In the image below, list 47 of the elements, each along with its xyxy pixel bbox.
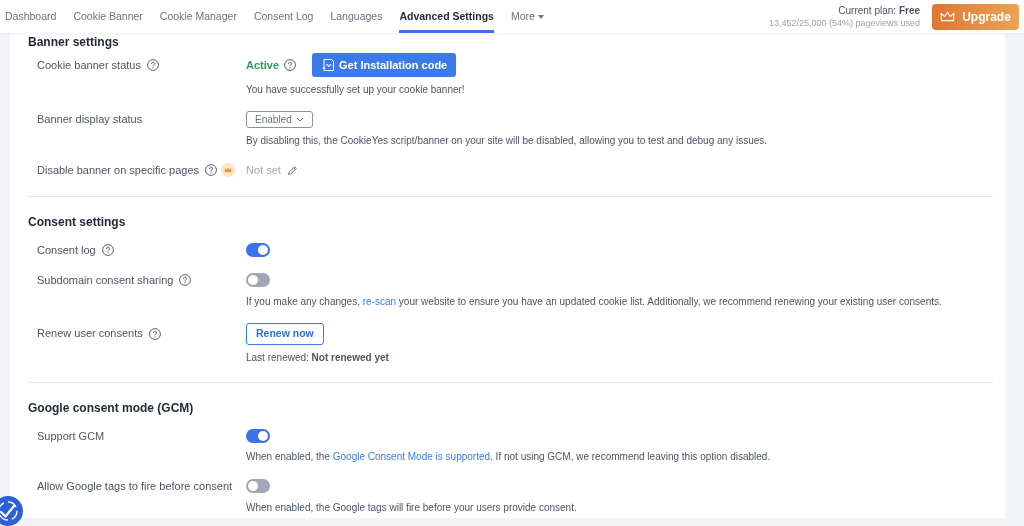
section-heading: Google consent mode (GCM) xyxy=(28,400,195,415)
description-text: Last renewed: Not renewed yet xyxy=(246,350,390,365)
nav-tab[interactable]: Cookie Manager xyxy=(159,0,237,33)
help-icon[interactable] xyxy=(179,274,192,287)
setting-label: Support GCM xyxy=(37,428,105,444)
section-heading: Banner settings xyxy=(28,34,120,49)
plan-label: Current plan: Free xyxy=(838,4,920,17)
toggle-switch[interactable] xyxy=(246,273,270,288)
setting-label: Cookie banner status xyxy=(37,57,141,73)
nav-tab[interactable]: Languages xyxy=(330,0,383,33)
crown-icon xyxy=(940,11,956,22)
inline-link[interactable]: re-scan xyxy=(362,295,397,307)
value-text: Not set xyxy=(246,163,281,178)
nav-tab[interactable]: Consent Log xyxy=(253,0,314,33)
setting-label: Subdomain consent sharing xyxy=(37,273,174,288)
pencil-icon[interactable] xyxy=(286,164,298,176)
help-icon[interactable] xyxy=(146,59,159,71)
chevron-down-icon xyxy=(295,117,304,122)
status-text: Active xyxy=(246,57,280,73)
description-text: You have successfully set up your cookie banner! xyxy=(246,83,466,97)
help-icon[interactable] xyxy=(148,327,161,340)
description-text: When enabled, the Google tags will fire before your users provide consent. xyxy=(246,500,578,515)
setting-label: Disable banner on specific pages xyxy=(37,163,200,178)
dropdown[interactable]: Enabled xyxy=(246,111,313,128)
description-text: By disabling this, the CookieYes script/banner on your site will be disabled, allowing you to test and debug any issues. xyxy=(246,134,769,148)
toggle-switch[interactable] xyxy=(246,479,270,494)
setting-label: Banner display status xyxy=(37,112,143,128)
nav-tab[interactable]: Dashboard xyxy=(5,0,57,33)
more-menu[interactable]: More xyxy=(510,0,544,33)
setting-label: Consent log xyxy=(37,242,96,258)
setting-label: Allow Google tags to fire before consent xyxy=(37,479,233,494)
section-heading: Consent settings xyxy=(28,214,127,229)
usage-text: 13,452/25,000 (54%) pageviews used xyxy=(768,17,920,29)
renew-button[interactable]: Renew now xyxy=(246,322,324,345)
toggle-switch[interactable] xyxy=(246,428,270,443)
tick-badge-icon[interactable] xyxy=(0,496,23,526)
setting-label: Renew user consents xyxy=(37,326,143,342)
help-icon[interactable] xyxy=(205,164,218,177)
description-text: If you make any changes, re-scan your website to ensure you have an updated cookie list. Additionally, we recommend renewing your existing user consents. xyxy=(246,294,943,309)
nav-tab[interactable]: Cookie Banner xyxy=(73,0,143,33)
description-text: When enabled, the Google Consent Mode is supported. If not using GCM, we recommend leaving this option disabled. xyxy=(246,450,772,464)
document-icon xyxy=(321,58,336,72)
toggle-switch[interactable] xyxy=(246,242,270,257)
help-icon[interactable] xyxy=(284,59,297,71)
caret-icon xyxy=(537,14,544,19)
install-code-button[interactable]: Get Installation code xyxy=(312,53,457,77)
help-icon[interactable] xyxy=(101,243,114,256)
